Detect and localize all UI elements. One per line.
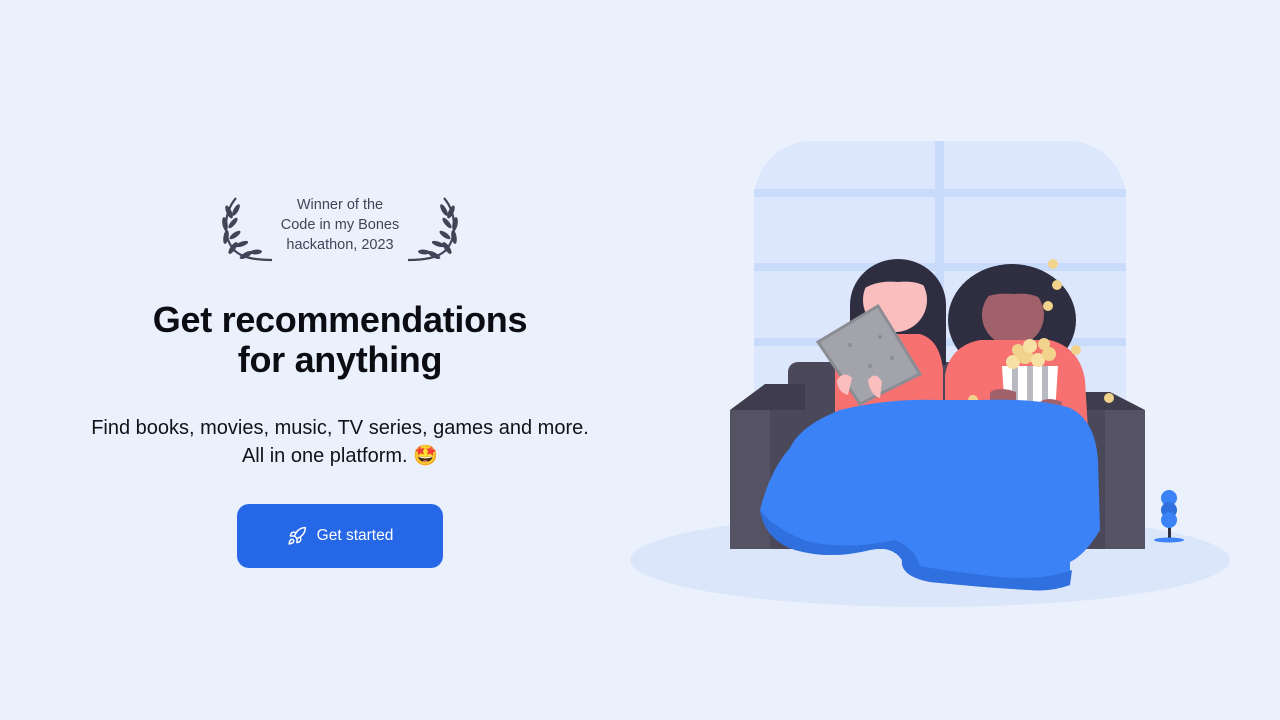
award-badge: Winner of the Code in my Bones hackathon…: [220, 190, 460, 270]
rocket-icon: [287, 526, 306, 545]
hero-section: Winner of the Code in my Bones hackathon…: [40, 180, 640, 568]
headline-line-1: Get recommendations: [152, 299, 528, 340]
headline-line-2: for anything: [237, 339, 443, 380]
award-text: Winner of the Code in my Bones hackathon…: [260, 195, 420, 255]
laurel-right-icon: [407, 197, 458, 262]
page-subtitle: Find books, movies, music, TV series, ga…: [40, 414, 640, 470]
get-started-label: Get started: [316, 527, 394, 544]
page-title: Get recommendations for anything: [40, 300, 640, 380]
award-line-2: Code in my Bones: [280, 217, 400, 233]
award-line-1: Winner of the: [296, 197, 384, 213]
get-started-button[interactable]: Get started: [237, 504, 443, 568]
hero-illustration: [630, 141, 1230, 607]
subtitle-line-1: Find books, movies, music, TV series, ga…: [91, 417, 589, 439]
award-line-3: hackathon, 2023: [286, 237, 394, 253]
subtitle-line-2: All in one platform. 🤩: [241, 445, 439, 467]
